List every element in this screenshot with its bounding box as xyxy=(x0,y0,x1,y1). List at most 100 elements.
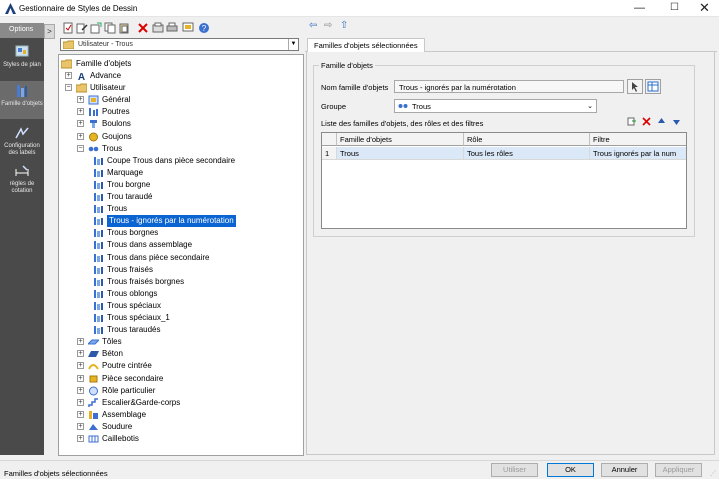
tree-label: Caillebotis xyxy=(102,434,139,443)
move-down-icon[interactable] xyxy=(672,117,681,126)
rail-item-configuration-des-labels[interactable]: Configuration des labels xyxy=(0,123,44,157)
resize-grip-icon[interactable]: ⋰ xyxy=(710,470,716,477)
app-logo-icon xyxy=(5,3,16,14)
options-header[interactable]: Options xyxy=(0,23,44,38)
tree-label: Trous borgnes xyxy=(107,228,159,238)
tree-label: Utilisateur xyxy=(90,83,126,93)
expand-icon[interactable]: + xyxy=(77,410,84,418)
window-title: Gestionnaire de Styles de Dessin xyxy=(19,4,138,13)
tree-label: Trous - ignorés par la numérotation xyxy=(107,215,236,228)
rail-item-label: règles de cotation xyxy=(9,181,35,194)
style-rule-icon xyxy=(94,301,103,310)
col-header-role[interactable]: Rôle xyxy=(464,133,590,146)
tree-label: Béton xyxy=(102,349,123,359)
col-header-famille[interactable]: Famille d'objets xyxy=(337,133,464,146)
expand-icon[interactable]: + xyxy=(77,386,84,394)
rail-item-label: Styles de plan xyxy=(3,62,41,68)
cell-filtre[interactable]: Trous ignorés par la num xyxy=(590,147,686,160)
back-arrow-icon[interactable]: ⇦ xyxy=(309,20,317,31)
tree-label: Coupe Trous dans pièce secondaire xyxy=(107,155,236,165)
col-header-filtre[interactable]: Filtre xyxy=(590,133,686,146)
tab-selected-families[interactable]: Familles d'objets sélectionnées xyxy=(307,38,425,52)
add-row-icon[interactable] xyxy=(627,117,636,126)
style-rule-icon xyxy=(94,156,103,165)
holes-icon xyxy=(88,146,99,151)
expand-icon[interactable]: + xyxy=(77,338,84,346)
plate-icon xyxy=(88,339,99,345)
cell-famille[interactable]: Trous xyxy=(337,147,464,160)
style-rule-icon xyxy=(94,180,103,189)
tree-label: Trous xyxy=(107,204,128,214)
expand-icon[interactable]: + xyxy=(77,350,84,358)
expand-icon[interactable]: + xyxy=(77,132,84,140)
style-rule-icon xyxy=(94,253,103,262)
rail-item-regles-de-cotation[interactable]: règles de cotation xyxy=(0,161,44,195)
expand-icon[interactable]: + xyxy=(77,96,84,104)
expand-icon[interactable]: + xyxy=(77,398,84,406)
preview-icon[interactable] xyxy=(182,22,194,34)
edit-icon[interactable] xyxy=(76,22,88,34)
cell-role[interactable]: Tous les rôles xyxy=(464,147,590,160)
chevron-down-icon[interactable]: ▼ xyxy=(288,39,298,50)
user-style-combo[interactable]: Utilisateur - Trous ▼ xyxy=(60,38,299,51)
export-icon[interactable] xyxy=(152,22,164,34)
tree-label: Trous taraudés xyxy=(107,325,161,335)
forward-arrow-icon[interactable]: ⇨ xyxy=(324,20,332,31)
print-icon[interactable] xyxy=(166,22,178,34)
tree-label: Trous fraisés xyxy=(107,264,153,274)
expand-icon[interactable]: + xyxy=(77,435,84,442)
tree-label: Pièce secondaire xyxy=(102,373,164,383)
style-rule-icon xyxy=(94,217,103,226)
rail-item-famille-d-objets[interactable]: Famille d'objets xyxy=(0,81,44,119)
expand-icon[interactable]: + xyxy=(77,362,84,370)
import-icon[interactable] xyxy=(90,22,102,34)
collapse-rail-button[interactable]: > xyxy=(44,24,55,39)
table-edit-button[interactable] xyxy=(645,79,661,94)
new-style-icon[interactable] xyxy=(62,22,74,34)
minimize-button[interactable]: — xyxy=(623,0,656,16)
style-rule-icon xyxy=(94,289,103,298)
list-label: Liste des familles d'objets, des rôles e… xyxy=(321,119,484,128)
dimension-rules-icon xyxy=(15,165,29,176)
expand-icon[interactable]: + xyxy=(77,120,84,128)
grating-icon xyxy=(88,435,99,443)
rail-item-styles-de-plan[interactable]: Styles de plan xyxy=(0,42,44,69)
cancel-button[interactable]: Annuler xyxy=(601,463,648,477)
tree-label: Trous fraisés borgnes xyxy=(107,276,185,286)
ok-button[interactable]: OK xyxy=(547,463,594,477)
expand-icon[interactable]: + xyxy=(77,422,84,430)
tree-label: Trous spéciaux_1 xyxy=(107,313,170,322)
family-name-field[interactable]: Trous - ignorés par la numérotation xyxy=(394,80,624,93)
tree-label: Trou borgne xyxy=(107,179,151,189)
delete-icon[interactable] xyxy=(137,22,149,34)
expand-icon[interactable]: + xyxy=(77,374,84,382)
group-select[interactable]: Trous ⌄ xyxy=(394,99,597,113)
left-rail: Options Styles de plan Famille d'objets … xyxy=(0,23,44,455)
object-family-tree[interactable]: Famille d'objets + A Advance − Utilisateur + G… xyxy=(58,54,304,456)
expand-icon[interactable]: + xyxy=(77,108,84,116)
family-grid[interactable]: Famille d'objets Rôle Filtre 1 Trous Tou… xyxy=(321,132,687,229)
maximize-button[interactable]: ☐ xyxy=(658,0,691,16)
collapse-icon[interactable]: − xyxy=(65,84,72,92)
help-icon[interactable]: ? xyxy=(198,22,210,34)
tree-label: Trous dans assemblage xyxy=(107,240,193,250)
rail-item-label: Configuration des labels xyxy=(4,143,40,156)
move-up-icon[interactable] xyxy=(657,117,666,126)
close-button[interactable]: ✕ xyxy=(688,0,719,16)
drawing-style-icon xyxy=(15,45,29,57)
collapse-icon[interactable]: − xyxy=(77,144,84,152)
copy-icon[interactable] xyxy=(104,22,116,34)
use-button[interactable]: Utiliser xyxy=(491,463,538,477)
expand-icon[interactable]: + xyxy=(65,72,72,79)
delete-row-icon[interactable] xyxy=(642,117,651,126)
tree-label: Tôles xyxy=(102,337,122,347)
apply-button[interactable]: Appliquer xyxy=(655,463,702,477)
role-icon xyxy=(89,386,98,396)
beam-icon xyxy=(89,108,98,117)
grid-corner xyxy=(322,133,337,146)
tree-label: Trous oblongs xyxy=(107,288,158,298)
style-rule-icon xyxy=(94,265,103,274)
paste-icon[interactable] xyxy=(118,22,130,34)
up-arrow-icon[interactable]: ⇧ xyxy=(340,20,348,31)
browse-button[interactable] xyxy=(627,79,643,94)
